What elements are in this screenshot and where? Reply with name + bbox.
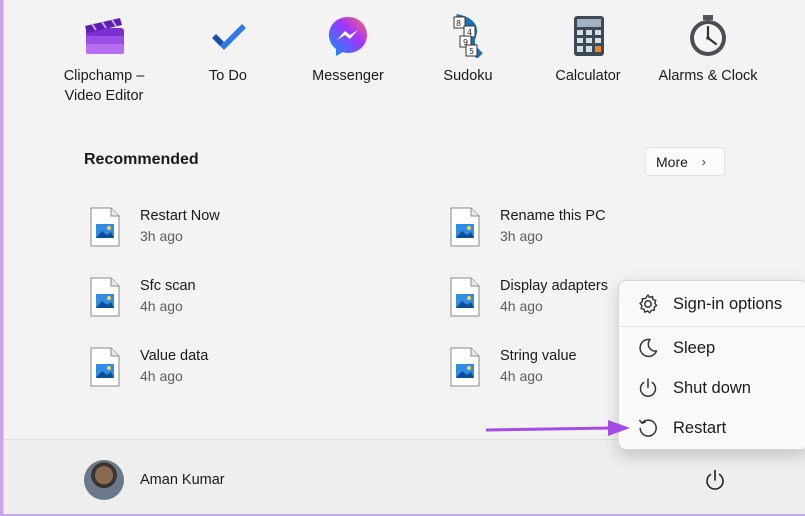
recommended-item-name: Rename this PC: [500, 208, 606, 224]
user-name[interactable]: Aman Kumar: [140, 472, 225, 488]
power-menu: Sign-in options Sleep Shut down Restart: [618, 280, 805, 450]
clipchamp-icon: [82, 14, 126, 58]
pinned-app-calculator[interactable]: Calculator: [528, 10, 648, 86]
avatar[interactable]: [84, 460, 124, 500]
moon-icon: [639, 338, 658, 358]
power-icon: [639, 378, 657, 397]
image-file-icon: [450, 207, 480, 247]
shut-down-button[interactable]: Shut down: [619, 370, 805, 406]
recommended-item[interactable]: Sfc scan 4h ago: [90, 277, 390, 327]
svg-text:5: 5: [469, 47, 474, 56]
divider: [619, 326, 805, 327]
recommended-item[interactable]: Display adapters 4h ago: [450, 277, 620, 327]
messenger-icon: [326, 14, 370, 58]
image-file-icon: [90, 277, 120, 317]
app-label: Alarms & Clock: [658, 68, 758, 84]
pinned-app-sudoku[interactable]: 8 4 9 5 Sudoku: [408, 10, 528, 86]
recommended-item[interactable]: Restart Now 3h ago: [90, 207, 390, 257]
restart-icon: [639, 419, 657, 437]
sign-in-options-label: Sign-in options: [673, 294, 783, 313]
image-file-icon: [90, 347, 120, 387]
sudoku-icon: 8 4 9 5: [446, 14, 490, 59]
shut-down-label: Shut down: [673, 378, 751, 397]
image-file-icon: [90, 207, 120, 247]
pinned-app-clipchamp[interactable]: Clipchamp – Video Editor: [44, 10, 164, 106]
image-file-icon: [450, 347, 480, 387]
recommended-item-name: Sfc scan: [140, 278, 196, 294]
recommended-item-name: String value: [500, 348, 577, 364]
recommended-item-time: 4h ago: [500, 368, 543, 384]
recommended-item-name: Value data: [140, 348, 209, 364]
recommended-title: Recommended: [84, 151, 199, 168]
app-label: Calculator: [555, 68, 621, 84]
recommended-item-time: 3h ago: [140, 228, 183, 244]
start-footer: Aman Kumar: [4, 439, 805, 514]
recommended-item[interactable]: String value 4h ago: [450, 347, 620, 397]
recommended-item-name: Display adapters: [500, 278, 608, 294]
more-button[interactable]: More ›: [645, 147, 725, 176]
restart-label: Restart: [673, 418, 727, 437]
recommended-item-time: 4h ago: [140, 368, 183, 384]
svg-text:8: 8: [456, 19, 461, 28]
sleep-button[interactable]: Sleep: [619, 330, 805, 366]
app-label: To Do: [209, 68, 247, 84]
calculator-icon: [566, 14, 610, 58]
pinned-apps: Clipchamp – Video Editor To Do Messenger…: [4, 10, 805, 110]
pinned-app-messenger[interactable]: Messenger: [288, 10, 408, 86]
sleep-label: Sleep: [673, 338, 716, 357]
gear-icon: [639, 294, 658, 314]
recommended-item-name: Restart Now: [140, 208, 220, 224]
annotation-arrow-icon: [486, 420, 630, 436]
pinned-app-todo[interactable]: To Do: [168, 10, 288, 86]
recommended-item[interactable]: Value data 4h ago: [90, 347, 390, 397]
recommended-item-time: 4h ago: [140, 298, 183, 314]
app-label: Clipchamp – Video Editor: [63, 68, 145, 104]
recommended-item-time: 3h ago: [500, 228, 543, 244]
svg-text:9: 9: [463, 38, 468, 47]
pinned-app-alarms-clock[interactable]: Alarms & Clock: [648, 10, 768, 86]
more-button-label: More: [656, 153, 688, 170]
app-label: Messenger: [312, 68, 384, 84]
power-icon[interactable]: [703, 468, 727, 492]
recommended-item-time: 4h ago: [500, 298, 543, 314]
chevron-right-icon: ›: [701, 154, 706, 169]
recommended-item[interactable]: Rename this PC 3h ago: [450, 207, 750, 257]
sign-in-options-button[interactable]: Sign-in options: [619, 286, 805, 322]
app-label: Sudoku: [443, 68, 493, 84]
svg-text:4: 4: [467, 28, 472, 37]
image-file-icon: [450, 277, 480, 317]
todo-icon: [206, 14, 250, 58]
alarm-clock-icon: [686, 14, 730, 58]
restart-button[interactable]: Restart: [619, 410, 805, 446]
